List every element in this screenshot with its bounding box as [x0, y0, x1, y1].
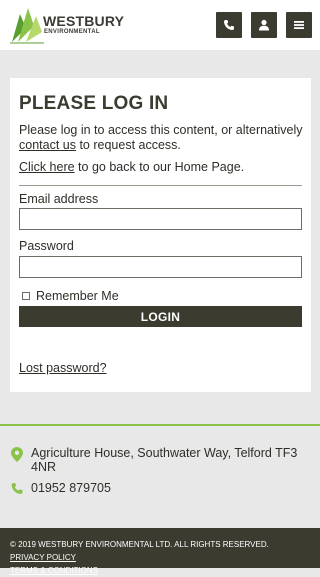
divider [19, 185, 302, 186]
logo-wordmark: WESTBURY [43, 13, 125, 29]
menu-icon [294, 21, 304, 29]
site-header: WESTBURY ENVIRONMENTAL [0, 0, 320, 50]
phone-icon [11, 483, 23, 494]
user-icon [259, 19, 269, 31]
lost-password-link[interactable]: Lost password? [19, 361, 107, 375]
account-button[interactable] [251, 12, 277, 38]
home-back-text: to go back to our Home Page. [74, 160, 245, 174]
logo-subtitle: ENVIRONMENTAL [44, 29, 100, 35]
terms-link[interactable]: TERMS & CONDITIONS [10, 566, 98, 575]
remember-me-row[interactable]: Remember Me [22, 289, 119, 303]
address-row: Agriculture House, Southwater Way, Telfo… [10, 446, 301, 474]
intro-text-post: to request access. [75, 138, 181, 152]
login-intro: Please log in to access this content, or… [19, 123, 304, 153]
footer-bar: © 2019 WESTBURY ENVIRONMENTAL LTD. ALL R… [0, 528, 320, 575]
remember-me-checkbox[interactable] [22, 292, 30, 300]
contact-us-link[interactable]: contact us [19, 138, 76, 152]
login-button[interactable]: LOGIN [19, 306, 302, 327]
password-field[interactable] [19, 256, 302, 278]
email-field[interactable] [19, 208, 302, 230]
phone-icon [224, 20, 234, 30]
password-label: Password [19, 239, 74, 253]
phone-number[interactable]: 01952 879705 [31, 481, 301, 495]
phone-button[interactable] [216, 12, 242, 38]
intro-text-pre: Please log in to access this content, or… [19, 123, 303, 137]
login-card: PLEASE LOG IN Please log in to access th… [10, 78, 311, 392]
brand-logo[interactable]: WESTBURY ENVIRONMENTAL [10, 6, 124, 44]
page-title: PLEASE LOG IN [19, 93, 169, 114]
copyright-text: © 2019 WESTBURY ENVIRONMENTAL LTD. ALL R… [10, 540, 269, 549]
remember-me-label[interactable]: Remember Me [36, 289, 119, 303]
phone-row[interactable]: 01952 879705 [10, 481, 301, 495]
privacy-policy-link[interactable]: PRIVACY POLICY [10, 553, 76, 562]
email-label: Email address [19, 192, 99, 206]
menu-button[interactable] [286, 12, 312, 38]
home-page-link[interactable]: Click here [19, 160, 75, 174]
leaf-logo-icon [10, 8, 44, 44]
map-pin-icon [11, 447, 23, 462]
address-text: Agriculture House, Southwater Way, Telfo… [31, 446, 298, 474]
contact-section: Agriculture House, Southwater Way, Telfo… [0, 424, 320, 528]
home-back-line: Click here to go back to our Home Page. [19, 160, 244, 174]
